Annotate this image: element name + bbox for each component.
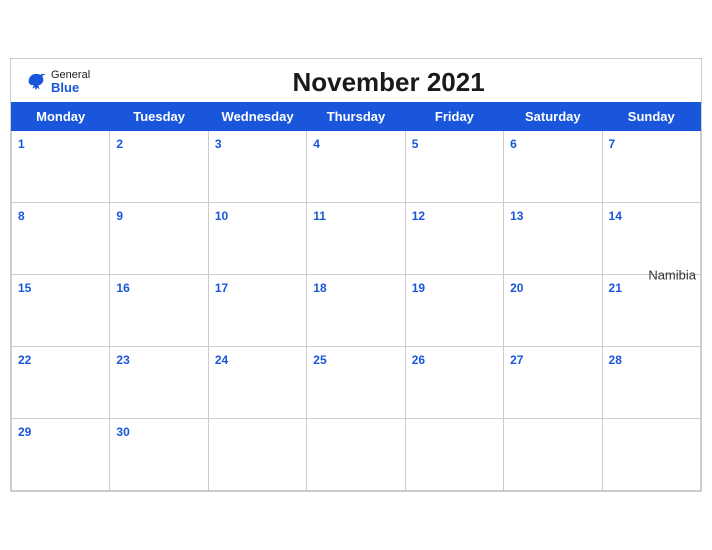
- day-cell-5: 5: [405, 131, 503, 203]
- day-cell-18: 18: [307, 275, 405, 347]
- day-number-4: 4: [313, 137, 320, 151]
- day-number-16: 16: [116, 281, 129, 295]
- day-number-20: 20: [510, 281, 523, 295]
- day-number-7: 7: [609, 137, 616, 151]
- day-number-15: 15: [18, 281, 31, 295]
- day-number-10: 10: [215, 209, 228, 223]
- weekday-header-thursday: Thursday: [307, 103, 405, 131]
- day-cell-3: 3: [208, 131, 306, 203]
- month-title: November 2021: [90, 67, 687, 98]
- day-number-18: 18: [313, 281, 326, 295]
- week-row-3: 15 16 17 18 19 20 21: [12, 275, 701, 347]
- day-cell-30: 30: [110, 419, 208, 491]
- weekday-header-tuesday: Tuesday: [110, 103, 208, 131]
- day-cell-12: 12: [405, 203, 503, 275]
- day-cell-7: 7: [602, 131, 700, 203]
- day-cell-10: 10: [208, 203, 306, 275]
- day-cell-20: 20: [504, 275, 602, 347]
- day-number-1: 1: [18, 137, 25, 151]
- week-row-2: 8 9 10 11 12 13 14: [12, 203, 701, 275]
- day-cell-19: 19: [405, 275, 503, 347]
- day-number-29: 29: [18, 425, 31, 439]
- day-number-3: 3: [215, 137, 222, 151]
- week-row-5: 29 30: [12, 419, 701, 491]
- calendar-table: MondayTuesdayWednesdayThursdayFridaySatu…: [11, 102, 701, 491]
- empty-cell: [504, 419, 602, 491]
- day-number-8: 8: [18, 209, 25, 223]
- empty-cell: [307, 419, 405, 491]
- day-cell-1: 1: [12, 131, 110, 203]
- day-cell-6: 6: [504, 131, 602, 203]
- logo: General Blue: [25, 69, 90, 95]
- day-number-19: 19: [412, 281, 425, 295]
- day-number-23: 23: [116, 353, 129, 367]
- day-number-5: 5: [412, 137, 419, 151]
- day-cell-28: 28: [602, 347, 700, 419]
- calendar: General Blue November 2021 Namibia Monda…: [10, 58, 702, 492]
- day-number-13: 13: [510, 209, 523, 223]
- week-row-4: 22 23 24 25 26 27 28: [12, 347, 701, 419]
- day-cell-17: 17: [208, 275, 306, 347]
- weekday-header-sunday: Sunday: [602, 103, 700, 131]
- day-number-27: 27: [510, 353, 523, 367]
- day-cell-24: 24: [208, 347, 306, 419]
- day-cell-26: 26: [405, 347, 503, 419]
- weekday-header-wednesday: Wednesday: [208, 103, 306, 131]
- empty-cell: [405, 419, 503, 491]
- day-number-2: 2: [116, 137, 123, 151]
- weekday-header-row: MondayTuesdayWednesdayThursdayFridaySatu…: [12, 103, 701, 131]
- day-cell-29: 29: [12, 419, 110, 491]
- day-cell-13: 13: [504, 203, 602, 275]
- day-number-21: 21: [609, 281, 622, 295]
- day-number-11: 11: [313, 209, 326, 223]
- day-cell-4: 4: [307, 131, 405, 203]
- day-cell-23: 23: [110, 347, 208, 419]
- empty-cell: [208, 419, 306, 491]
- weekday-header-friday: Friday: [405, 103, 503, 131]
- logo-blue: Blue: [51, 81, 90, 95]
- day-cell-11: 11: [307, 203, 405, 275]
- day-cell-8: 8: [12, 203, 110, 275]
- day-number-28: 28: [609, 353, 622, 367]
- logo-bird-icon: [25, 71, 47, 93]
- country-label: Namibia: [648, 268, 696, 283]
- day-number-24: 24: [215, 353, 228, 367]
- day-number-17: 17: [215, 281, 228, 295]
- day-number-14: 14: [609, 209, 622, 223]
- day-cell-22: 22: [12, 347, 110, 419]
- logo-text: General Blue: [51, 69, 90, 95]
- day-number-6: 6: [510, 137, 517, 151]
- calendar-header: General Blue November 2021 Namibia: [11, 59, 701, 102]
- day-cell-14: 14: [602, 203, 700, 275]
- day-number-12: 12: [412, 209, 425, 223]
- weekday-header-monday: Monday: [12, 103, 110, 131]
- day-number-30: 30: [116, 425, 129, 439]
- day-number-25: 25: [313, 353, 326, 367]
- day-cell-16: 16: [110, 275, 208, 347]
- day-cell-25: 25: [307, 347, 405, 419]
- week-row-1: 1 2 3 4 5 6 7: [12, 131, 701, 203]
- weekday-header-saturday: Saturday: [504, 103, 602, 131]
- day-cell-27: 27: [504, 347, 602, 419]
- day-cell-15: 15: [12, 275, 110, 347]
- day-number-22: 22: [18, 353, 31, 367]
- day-cell-9: 9: [110, 203, 208, 275]
- day-number-26: 26: [412, 353, 425, 367]
- day-cell-21: 21: [602, 275, 700, 347]
- empty-cell: [602, 419, 700, 491]
- day-number-9: 9: [116, 209, 123, 223]
- day-cell-2: 2: [110, 131, 208, 203]
